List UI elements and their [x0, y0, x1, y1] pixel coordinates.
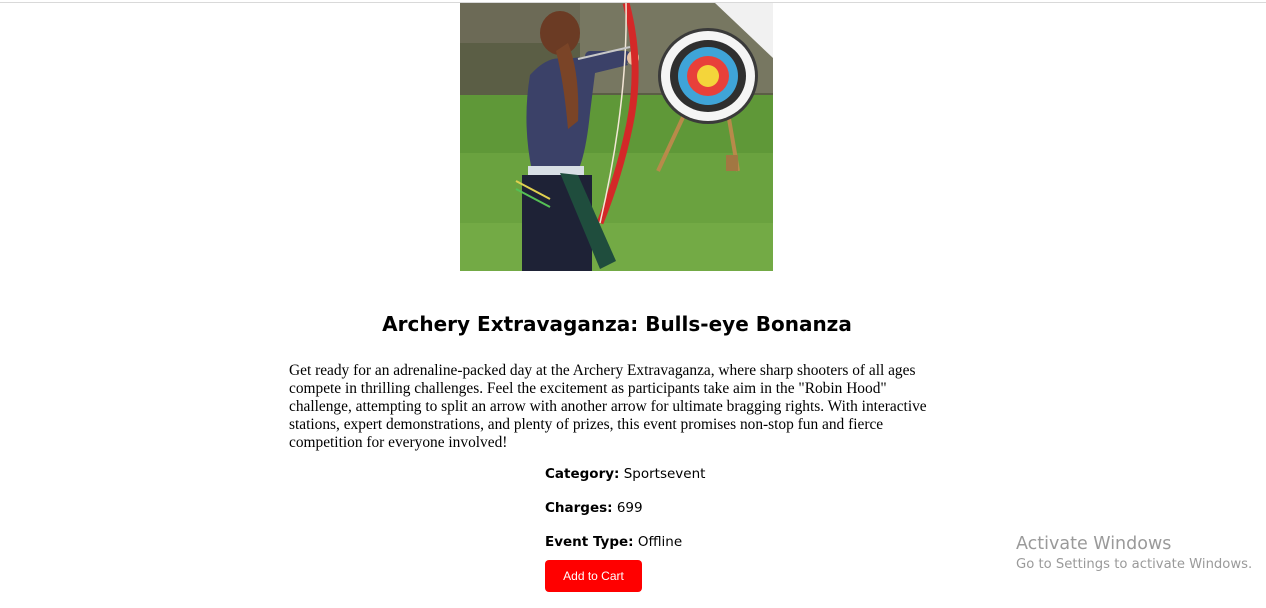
category-label: Category:	[545, 466, 620, 482]
event-type-value: Offline	[637, 534, 683, 550]
event-type-label: Event Type:	[545, 534, 634, 550]
watermark-title: Activate Windows	[1016, 534, 1172, 554]
charges-label: Charges:	[545, 500, 613, 516]
event-description: Get ready for an adrenaline-packed day a…	[289, 362, 927, 451]
activate-windows-watermark: Activate Windows Go to Settings to activ…	[1016, 533, 1252, 574]
event-title: Archery Extravaganza: Bulls-eye Bonanza	[382, 312, 852, 336]
category-row: Category: Sportsevent	[545, 465, 705, 483]
watermark-subtitle: Go to Settings to activate Windows.	[1016, 557, 1253, 572]
charges-value: 699	[616, 500, 643, 516]
charges-row: Charges: 699	[545, 499, 643, 517]
event-image	[460, 3, 773, 271]
event-type-row: Event Type: Offline	[545, 533, 682, 551]
category-value: Sportsevent	[623, 466, 706, 482]
add-to-cart-button[interactable]: Add to Cart	[545, 560, 642, 592]
